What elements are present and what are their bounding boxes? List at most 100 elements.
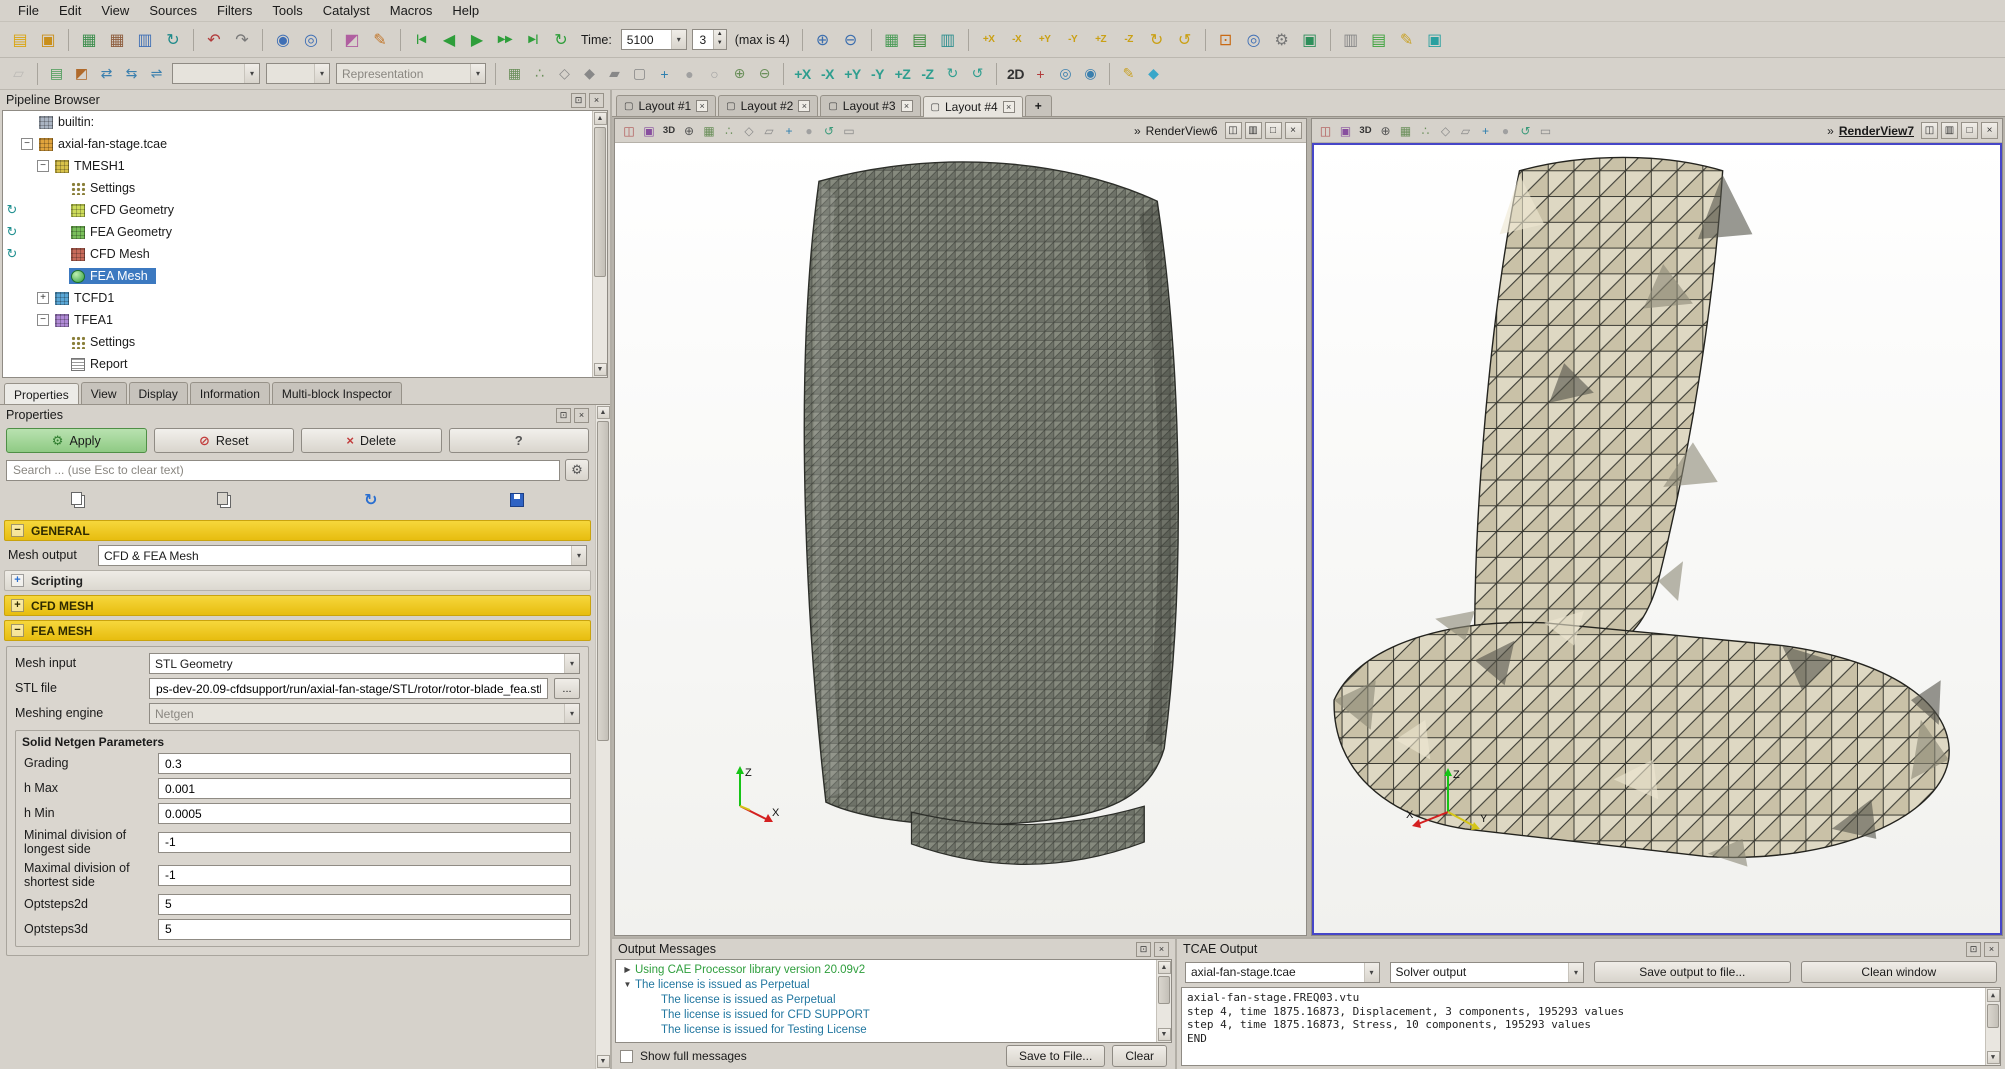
pipeline-item[interactable]: ↻CFD Mesh [3, 243, 607, 265]
pick-center-icon[interactable]: ◉ [1079, 62, 1102, 85]
zoom-in-icon[interactable]: ⊕ [810, 27, 836, 53]
time-step-spinbox[interactable]: 3 ▲▼ [692, 29, 727, 50]
set-view-plus-x-icon[interactable]: +X [976, 27, 1002, 53]
set-view-minus-x-icon[interactable]: -X [1004, 27, 1030, 53]
scrollbar-thumb[interactable] [1158, 976, 1170, 1004]
redo-icon[interactable]: ↷ [229, 27, 255, 53]
select-surface-cells-icon[interactable]: ▦ [1396, 121, 1416, 141]
time-value-combo[interactable]: 5100 ▾ [621, 29, 687, 50]
close-tab-icon[interactable]: × [901, 100, 913, 112]
h-max-input[interactable] [158, 778, 571, 799]
reset-layout-icon[interactable]: ⊡ [1213, 27, 1239, 53]
console-scrollbar[interactable]: ▲ ▼ [1985, 988, 2000, 1065]
set-view-minus-z-icon[interactable]: -Z [1116, 27, 1142, 53]
pipeline-item[interactable]: +TCFD1 [3, 287, 607, 309]
delete-button[interactable]: ×Delete [301, 428, 442, 453]
minimal-division-of-longest-side-input[interactable] [158, 832, 571, 853]
pipeline-item[interactable]: FEA Mesh [3, 265, 607, 287]
toggle-color-legend-icon[interactable]: ▤ [45, 62, 68, 85]
apply-button[interactable]: ⚙Apply [6, 428, 147, 453]
rotate-camera-cw-icon[interactable]: ↻ [1144, 27, 1170, 53]
pipeline-item[interactable]: builtin: [3, 111, 607, 133]
chart-view-icon[interactable]: ▤ [907, 27, 933, 53]
interactive-select-icon[interactable]: + [779, 121, 799, 141]
hover-cells-icon[interactable]: ● [678, 62, 701, 85]
select-block-icon[interactable]: ▱ [1456, 121, 1476, 141]
zoom-to-plus-z-icon[interactable]: +Z [891, 62, 914, 85]
toggle-gui-settings-icon[interactable]: ⚙ [1269, 27, 1295, 53]
close-tab-icon[interactable]: × [1003, 101, 1015, 113]
zoom-to-minus-z-icon[interactable]: -Z [916, 62, 939, 85]
tab-properties[interactable]: Properties [4, 383, 79, 405]
vcr-first-frame-icon[interactable]: |◀ [408, 27, 434, 53]
probe-location-icon[interactable]: ◆ [1142, 62, 1165, 85]
measure-ruler-icon[interactable]: ✎ [1117, 62, 1140, 85]
float-panel-icon[interactable]: ⊡ [556, 408, 571, 423]
zoom-to-minus-x-icon[interactable]: -X [816, 62, 839, 85]
show-center-axes-icon[interactable]: + [1029, 62, 1052, 85]
render-canvas-7[interactable]: Z X Y [1312, 143, 2003, 935]
vcr-next-frame-icon[interactable]: ▶▶ [492, 27, 518, 53]
close-panel-icon[interactable]: × [1154, 942, 1169, 957]
render-view-7-label[interactable]: RenderView7 [1839, 124, 1914, 138]
color-palette-icon[interactable]: ◩ [339, 27, 365, 53]
messages-scrollbar[interactable]: ▲ ▼ [1156, 960, 1171, 1042]
paste-properties-button[interactable] [206, 488, 242, 512]
grow-selection-icon[interactable]: ⊕ [728, 62, 751, 85]
camera-reset-icon[interactable]: ↺ [1516, 121, 1536, 141]
search-input[interactable] [6, 460, 560, 481]
scroll-down-icon[interactable]: ▼ [1987, 1051, 2000, 1064]
mesh-input-combo[interactable]: STL Geometry ▾ [149, 653, 580, 674]
section-fea-mesh[interactable]: − FEA MESH [4, 620, 591, 641]
connect-server-icon[interactable]: ▦ [76, 27, 102, 53]
spin-up-icon[interactable]: ▲ [714, 30, 726, 39]
camera-reset-icon[interactable]: ↺ [819, 121, 839, 141]
close-panel-icon[interactable]: × [574, 408, 589, 423]
close-view-icon[interactable]: × [1981, 122, 1998, 139]
tree-expander-icon[interactable]: − [37, 314, 49, 326]
scrollbar-thumb[interactable] [597, 421, 609, 741]
zoom-box-icon[interactable]: ⊕ [679, 121, 699, 141]
link-camera-icon[interactable]: ◎ [1241, 27, 1267, 53]
split-horizontal-icon[interactable]: ◫ [1225, 122, 1242, 139]
optsteps3d-input[interactable] [158, 919, 571, 940]
maximize-view-icon[interactable]: □ [1961, 122, 1978, 139]
scroll-up-icon[interactable]: ▲ [594, 112, 607, 125]
scroll-down-icon[interactable]: ▼ [597, 1055, 610, 1068]
save-state-icon[interactable]: ▣ [35, 27, 61, 53]
scroll-up-icon[interactable]: ▲ [1158, 961, 1171, 974]
close-panel-icon[interactable]: × [589, 93, 604, 108]
vcr-play-icon[interactable]: ▶ [464, 27, 490, 53]
case-file-combo[interactable]: axial-fan-stage.tcae ▾ [1185, 962, 1380, 983]
close-tab-icon[interactable]: × [696, 100, 708, 112]
show-full-messages-checkbox[interactable] [620, 1050, 633, 1063]
scrollbar-thumb[interactable] [1987, 1004, 1999, 1028]
layout-tab-layout-2[interactable]: ▢Layout #2× [718, 95, 818, 116]
render-canvas-6[interactable]: Z X [615, 143, 1306, 935]
pipeline-item[interactable]: −axial-fan-stage.tcae [3, 133, 607, 155]
scroll-down-icon[interactable]: ▼ [1158, 1028, 1171, 1041]
view-menu-chevron-icon[interactable]: » [1134, 124, 1141, 138]
pipeline-scrollbar[interactable]: ▲ ▼ [592, 111, 607, 377]
pipeline-item[interactable]: Settings [3, 331, 607, 353]
section-general[interactable]: − GENERAL [4, 520, 591, 541]
toggle-interaction-mode-3d-icon[interactable]: 3D [1356, 121, 1376, 141]
zoom-to-plus-y-icon[interactable]: +Y [841, 62, 864, 85]
select-points-rectangle-icon[interactable]: ∴ [528, 62, 551, 85]
reload-pipeline-icon[interactable]: ↻ [160, 27, 186, 53]
capture-screenshot-icon[interactable]: ▣ [639, 121, 659, 141]
tree-expander-icon[interactable]: + [37, 292, 49, 304]
menu-view[interactable]: View [91, 1, 139, 20]
zoom-box-icon[interactable]: ⊕ [1376, 121, 1396, 141]
help-button[interactable]: ? [449, 428, 590, 453]
save-defaults-button[interactable] [499, 488, 535, 512]
undo-icon[interactable]: ↶ [201, 27, 227, 53]
pipeline-item[interactable]: −TFEA1 [3, 309, 607, 331]
float-panel-icon[interactable]: ⊡ [1136, 942, 1151, 957]
vcr-previous-frame-icon[interactable]: ◀ [436, 27, 462, 53]
split-horizontal-icon[interactable]: ◫ [1921, 122, 1938, 139]
split-vertical-icon[interactable]: ▥ [1941, 122, 1958, 139]
tab-multi-block-inspector[interactable]: Multi-block Inspector [272, 382, 402, 404]
zoom-to-plus-x-icon[interactable]: +X [791, 62, 814, 85]
rotate-camera-ccw-icon[interactable]: ↺ [1172, 27, 1198, 53]
